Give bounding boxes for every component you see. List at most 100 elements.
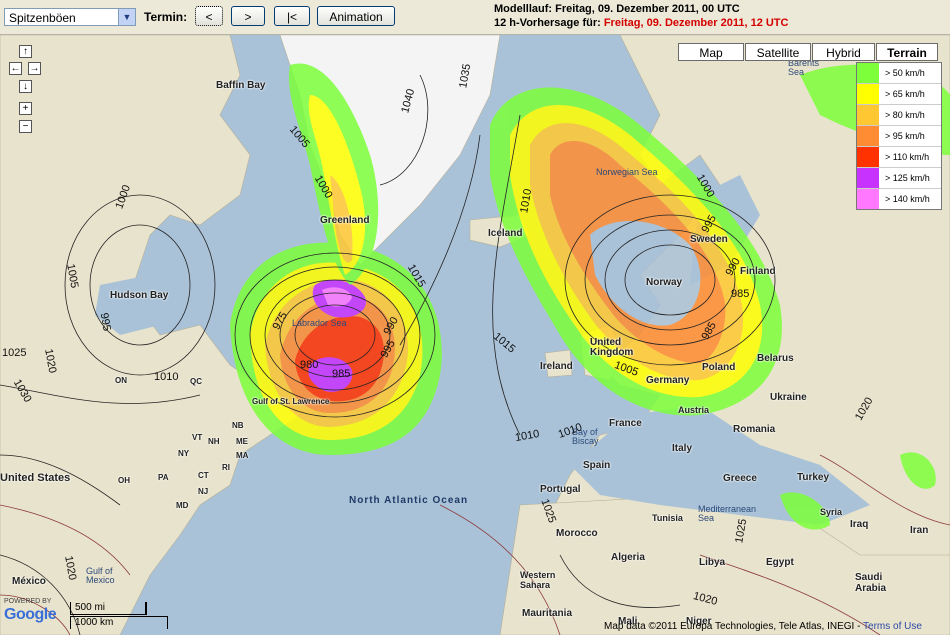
isobar-label: 980: [300, 359, 319, 371]
label-germany: Germany: [646, 375, 690, 386]
forecast-info: 12 h-Vorhersage für: Freitag, 09. Dezemb…: [494, 17, 788, 29]
isobar-label: 1025: [2, 347, 27, 359]
label-pa: PA: [158, 473, 169, 482]
label-saudi-arabia: Saudi Arabia: [855, 572, 887, 594]
label-france: France: [609, 418, 642, 429]
label-syria: Syria: [820, 507, 843, 517]
legend-row: > 50 km/h: [857, 63, 941, 84]
label-ct: CT: [198, 471, 209, 480]
previous-button[interactable]: <: [195, 6, 223, 26]
next-button[interactable]: >: [231, 6, 265, 26]
label-poland: Poland: [702, 362, 736, 373]
product-select-value: Spitzenböen: [9, 11, 76, 25]
label-iraq: Iraq: [850, 519, 869, 530]
map-canvas[interactable]: Baffin Bay Greenland Hudson Bay Labrador…: [0, 35, 950, 635]
legend-row: > 110 km/h: [857, 147, 941, 168]
legend-label: > 140 km/h: [885, 194, 930, 204]
legend-row: > 125 km/h: [857, 168, 941, 189]
first-button[interactable]: |<: [274, 6, 310, 26]
label-italy: Italy: [672, 443, 693, 454]
termin-label: Termin:: [144, 10, 188, 24]
map-graphics: [0, 35, 950, 635]
zoom-in-button[interactable]: +: [19, 102, 32, 115]
label-nh: NH: [208, 437, 220, 446]
copyright: Map data ©2011 Europa Technologies, Tele…: [604, 621, 922, 632]
label-united-states: United States: [0, 472, 71, 484]
map-type-map-button[interactable]: Map: [678, 43, 744, 61]
map-type-terrain-button[interactable]: Terrain: [876, 43, 938, 61]
isobar-label: 985: [332, 368, 351, 380]
zoom-out-button[interactable]: −: [19, 120, 32, 133]
label-norway: Norway: [646, 277, 683, 288]
legend-swatch: [857, 189, 879, 209]
label-spain: Spain: [583, 460, 611, 471]
label-ri: RI: [222, 463, 230, 472]
label-ireland: Ireland: [540, 361, 573, 372]
label-austria: Austria: [678, 405, 710, 415]
legend-swatch: [857, 168, 879, 188]
label-turkey: Turkey: [797, 472, 830, 483]
label-vt: VT: [192, 433, 203, 442]
label-md: MD: [176, 501, 189, 510]
toolbar: Spitzenböen ▼ Termin: < > |< Animation M…: [0, 0, 950, 35]
legend-label: > 50 km/h: [885, 68, 925, 78]
label-morocco: Morocco: [556, 528, 598, 539]
label-iran: Iran: [910, 525, 929, 536]
product-select[interactable]: Spitzenböen ▼: [4, 8, 136, 26]
copyright-text: Map data ©2011 Europa Technologies, Tele…: [604, 621, 864, 632]
label-ukraine: Ukraine: [770, 392, 807, 403]
chevron-down-icon[interactable]: ▼: [118, 9, 135, 25]
label-romania: Romania: [733, 424, 776, 435]
legend-row: > 140 km/h: [857, 189, 941, 209]
legend-swatch: [857, 84, 879, 104]
label-nb: NB: [232, 421, 244, 430]
legend-label: > 110 km/h: [885, 152, 930, 162]
forecast-prefix: 12 h-Vorhersage für:: [494, 17, 604, 29]
legend-label: > 80 km/h: [885, 110, 925, 120]
model-run-info: Modelllauf: Freitag, 09. Dezember 2011, …: [494, 3, 740, 15]
legend-label: > 65 km/h: [885, 89, 925, 99]
animation-button[interactable]: Animation: [317, 6, 395, 26]
legend-row: > 80 km/h: [857, 105, 941, 126]
forecast-time: Freitag, 09. Dezember 2011, 12 UTC: [603, 17, 789, 29]
legend-row: > 65 km/h: [857, 84, 941, 105]
label-north-atlantic-ocean: North Atlantic Ocean: [349, 495, 469, 506]
label-ny: NY: [178, 449, 190, 458]
legend-swatch: [857, 147, 879, 167]
isobar-label: 985: [731, 288, 750, 300]
wind-gust-legend: > 50 km/h > 65 km/h > 80 km/h > 95 km/h …: [856, 62, 942, 210]
label-united-kingdom: United Kingdom: [590, 337, 634, 358]
scale-miles: 500 mi: [70, 602, 147, 615]
scale-km: 1000 km: [70, 616, 168, 629]
label-gulf-st-lawrence: Gulf of St. Lawrence: [252, 397, 330, 406]
map-type-satellite-button[interactable]: Satellite: [745, 43, 811, 61]
legend-swatch: [857, 63, 879, 83]
label-baffin-bay: Baffin Bay: [216, 80, 266, 91]
google-logo[interactable]: Google: [4, 606, 57, 624]
label-me: ME: [236, 437, 248, 446]
isobar-label: 1010: [154, 371, 179, 383]
legend-swatch: [857, 126, 879, 146]
label-norwegian-sea: Norwegian Sea: [596, 167, 658, 177]
pan-right-button[interactable]: →: [28, 62, 41, 75]
map-type-hybrid-button[interactable]: Hybrid: [812, 43, 875, 61]
pan-down-button[interactable]: ↓: [19, 80, 32, 93]
label-finland: Finland: [740, 266, 776, 277]
pan-up-button[interactable]: ↑: [19, 45, 32, 58]
label-tunisia: Tunisia: [652, 513, 683, 523]
pan-left-button[interactable]: ←: [9, 62, 22, 75]
label-greece: Greece: [723, 473, 757, 484]
label-qc: QC: [190, 377, 202, 386]
google-logo-text: Google: [4, 606, 57, 623]
label-sweden: Sweden: [690, 234, 728, 245]
label-on: ON: [115, 376, 127, 385]
label-belarus: Belarus: [757, 353, 794, 364]
label-libya: Libya: [699, 557, 726, 568]
legend-label: > 95 km/h: [885, 131, 925, 141]
label-portugal: Portugal: [540, 484, 581, 495]
terms-of-use-link[interactable]: Terms of Use: [863, 621, 922, 632]
legend-swatch: [857, 105, 879, 125]
label-oh: OH: [118, 476, 130, 485]
label-greenland: Greenland: [320, 215, 370, 226]
label-egypt: Egypt: [766, 557, 794, 568]
